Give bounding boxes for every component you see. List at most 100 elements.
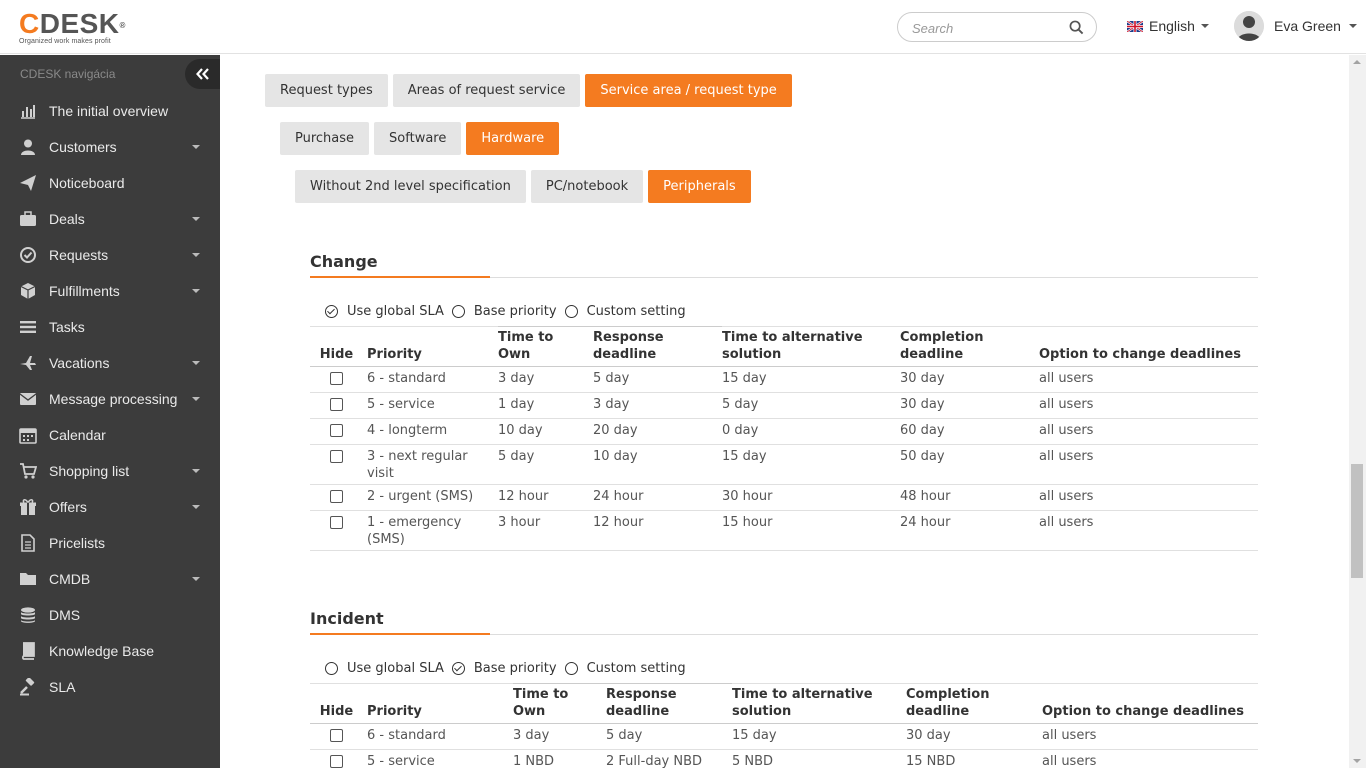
collapse-sidebar-button[interactable] [185,59,220,89]
chevron-down-icon[interactable] [192,361,200,365]
cell-option: all users [1039,510,1258,551]
chevron-down-icon[interactable] [192,469,200,473]
cell-completion: 60 day [900,418,1039,445]
radio-custom[interactable]: Custom setting [564,304,686,319]
cart-icon [19,462,37,480]
sidebar-item-deals[interactable]: Deals [0,201,220,237]
scroll-down-icon[interactable] [1353,759,1361,763]
hide-checkbox[interactable] [330,372,343,385]
tab-purchase[interactable]: Purchase [280,122,370,155]
sidebar-item-requests[interactable]: Requests [0,237,220,273]
tab-pc-notebook[interactable]: PC/notebook [530,170,644,203]
hide-checkbox[interactable] [330,424,343,437]
radio-label: Base priority [473,304,557,319]
cell-alternative: 5 NBD [732,749,906,768]
chevron-down-icon[interactable] [192,397,200,401]
radio-label: Base priority [473,661,557,676]
scrollbar-thumb[interactable] [1351,464,1363,578]
sidebar-item-pricelists[interactable]: Pricelists [0,525,220,561]
tabs-level-2: Purchase Software Hardware [280,122,560,155]
sidebar-item-shopping-list[interactable]: Shopping list [0,453,220,489]
logo-text: CDESK® [19,10,126,38]
cell-own: 1 NBD [513,749,606,768]
sidebar-item-label: Fulfillments [49,283,120,299]
cell-option: all users [1039,418,1258,445]
hide-checkbox[interactable] [330,450,343,463]
chevron-down-icon[interactable] [192,145,200,149]
column-header-time-to-own: Time to Own [513,683,606,724]
cell-alternative: 30 hour [722,484,900,511]
search-input[interactable] [912,19,1062,37]
briefcase-icon [19,210,37,228]
cell-alternative: 5 day [722,392,900,419]
tab-areas-of-request-service[interactable]: Areas of request service [392,74,581,107]
cell-priority: 6 - standard [367,723,513,750]
radio-unchecked-icon[interactable] [564,662,578,675]
chevron-down-icon [1348,24,1357,28]
tab-software[interactable]: Software [374,122,462,155]
user-menu[interactable]: Eva Green [1234,11,1357,41]
radio-checked-icon[interactable] [451,662,465,675]
vertical-scrollbar[interactable] [1349,55,1366,768]
sidebar-item-vacations[interactable]: Vacations [0,345,220,381]
sidebar-item-message-processing[interactable]: Message processing [0,381,220,417]
logo-letter-accent: C [19,8,40,39]
column-header-option-to-change: Option to change deadlines [1042,683,1258,724]
sidebar-item-dms[interactable]: DMS [0,597,220,633]
cell-response: 3 day [593,392,722,419]
sidebar-item-cmdb[interactable]: CMDB [0,561,220,597]
tab-hardware[interactable]: Hardware [466,122,560,155]
sidebar-item-tasks[interactable]: Tasks [0,309,220,345]
radio-unchecked-icon[interactable] [451,305,465,318]
sidebar-item-offers[interactable]: Offers [0,489,220,525]
tab-without-2nd-level-specification[interactable]: Without 2nd level specification [295,170,526,203]
tab-request-types[interactable]: Request types [265,74,388,107]
hide-checkbox[interactable] [330,755,343,768]
sidebar-item-calendar[interactable]: Calendar [0,417,220,453]
sidebar-item-fulfillments[interactable]: Fulfillments [0,273,220,309]
sidebar-item-sla[interactable]: SLA [0,669,220,705]
paper-plane-icon [19,174,37,192]
radio-checked-icon[interactable] [325,305,338,318]
radio-base[interactable]: Base priority [451,304,557,319]
hide-checkbox[interactable] [330,729,343,742]
logo-registered-mark: ® [119,21,126,30]
check-circle-icon [19,246,37,264]
hide-checkbox[interactable] [330,490,343,503]
column-header-response-deadline: Response deadline [606,683,732,724]
cell-response: 10 day [593,444,722,485]
chevron-down-icon[interactable] [192,217,200,221]
radio-base[interactable]: Base priority [451,661,557,676]
sidebar-item-customers[interactable]: Customers [0,129,220,165]
sidebar-item-the-initial-overview[interactable]: The initial overview [0,93,220,129]
sidebar-item-knowledge-base[interactable]: Knowledge Base [0,633,220,669]
chevron-down-icon[interactable] [192,289,200,293]
chevron-down-icon[interactable] [192,253,200,257]
hide-checkbox[interactable] [330,516,343,529]
hide-cell [310,510,367,551]
search-icon[interactable] [1069,20,1084,35]
cell-option: all users [1039,392,1258,419]
radio-global[interactable]: Use global SLA [325,661,444,676]
user-icon [19,138,37,156]
sidebar-item-noticeboard[interactable]: Noticeboard [0,165,220,201]
hide-cell [310,723,367,750]
radio-unchecked-icon[interactable] [325,662,338,675]
chevron-down-icon[interactable] [192,577,200,581]
sidebar-item-label: Tasks [49,319,85,335]
tab-service-area-request-type[interactable]: Service area / request type [585,74,792,107]
scroll-up-icon[interactable] [1353,60,1361,64]
language-selector[interactable]: English [1127,18,1209,34]
cell-alternative: 15 day [722,444,900,485]
cell-own: 3 day [498,366,593,393]
cdesk-logo[interactable]: CDESK® Organized work makes profit [19,10,126,46]
folder-icon [19,570,37,588]
radio-global[interactable]: Use global SLA [325,304,444,319]
search-box[interactable] [897,12,1097,42]
radio-unchecked-icon[interactable] [564,305,578,318]
sidebar-item-label: Noticeboard [49,175,125,191]
radio-custom[interactable]: Custom setting [564,661,686,676]
chevron-down-icon[interactable] [192,505,200,509]
tab-peripherals[interactable]: Peripherals [648,170,751,203]
hide-checkbox[interactable] [330,398,343,411]
